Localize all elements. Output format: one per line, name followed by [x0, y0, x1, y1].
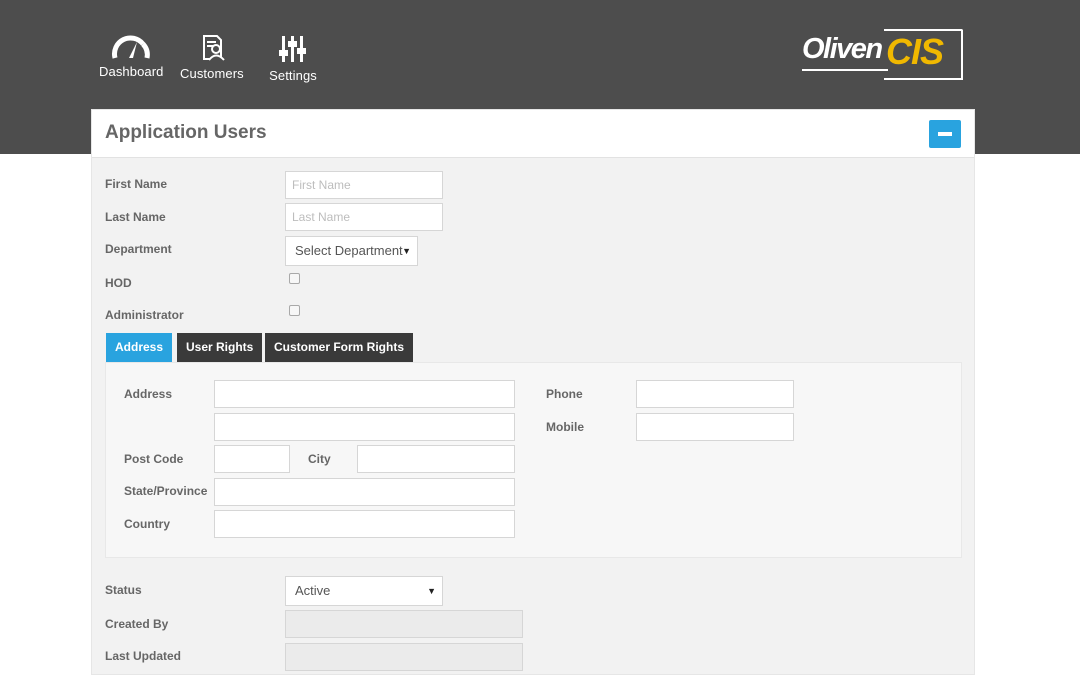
last-name-input[interactable] — [285, 203, 443, 231]
post-code-label: Post Code — [124, 452, 184, 466]
mobile-input[interactable] — [636, 413, 794, 441]
tab-address[interactable]: Address — [106, 333, 173, 362]
mobile-label: Mobile — [546, 420, 584, 434]
logo-underline — [802, 69, 888, 71]
nav-dashboard[interactable]: Dashboard — [99, 34, 164, 79]
tab-customer-form-rights[interactable]: Customer Form Rights — [265, 333, 414, 362]
nav-customers-label: Customers — [180, 66, 244, 81]
hod-label: HOD — [105, 276, 132, 290]
sliders-icon — [279, 36, 306, 62]
gauge-icon — [112, 35, 151, 59]
phone-input[interactable] — [636, 380, 794, 408]
hod-checkbox[interactable] — [289, 273, 300, 284]
state-province-label: State/Province — [124, 484, 208, 498]
created-by-label: Created By — [105, 617, 169, 631]
status-select[interactable]: Active ▼ — [285, 576, 443, 606]
address-line2-input[interactable] — [214, 413, 515, 441]
nav-customers[interactable]: Customers — [180, 34, 244, 81]
nav-settings[interactable]: Settings — [269, 34, 317, 83]
department-selected: Select Department — [295, 243, 403, 258]
last-name-label: Last Name — [105, 210, 166, 224]
panel-header: Application Users — [92, 110, 974, 158]
address-label: Address — [124, 387, 173, 401]
administrator-checkbox[interactable] — [289, 305, 300, 316]
country-input[interactable] — [214, 510, 515, 538]
first-name-input[interactable] — [285, 171, 443, 199]
city-input[interactable] — [357, 445, 515, 473]
nav-dashboard-label: Dashboard — [99, 64, 164, 79]
department-select[interactable]: Select Department ▼ — [285, 236, 418, 266]
department-label: Department — [105, 242, 172, 256]
caret-down-icon: ▼ — [402, 246, 411, 256]
nav-settings-label: Settings — [269, 68, 317, 83]
last-updated-label: Last Updated — [105, 649, 182, 663]
post-code-input[interactable] — [214, 445, 290, 473]
panel-title: Application Users — [105, 122, 267, 143]
phone-label: Phone — [546, 387, 583, 401]
status-selected: Active — [295, 583, 331, 598]
state-province-input[interactable] — [214, 478, 515, 506]
tab-user-rights[interactable]: User Rights — [177, 333, 263, 362]
caret-down-icon: ▼ — [427, 586, 436, 596]
administrator-label: Administrator — [105, 308, 184, 322]
collapse-button[interactable] — [929, 120, 961, 148]
status-label: Status — [105, 583, 142, 597]
logo-prefix: Oliven — [802, 33, 883, 65]
city-label: City — [308, 452, 331, 466]
country-label: Country — [124, 517, 170, 531]
last-updated-input — [285, 643, 523, 671]
customer-document-icon — [202, 35, 225, 61]
first-name-label: First Name — [105, 177, 168, 191]
created-by-input — [285, 610, 523, 638]
minus-icon — [938, 132, 952, 136]
logo-suffix: CIS — [886, 31, 944, 72]
oliven-cis-logo: Oliven CIS — [800, 27, 963, 80]
address-line1-input[interactable] — [214, 380, 515, 408]
